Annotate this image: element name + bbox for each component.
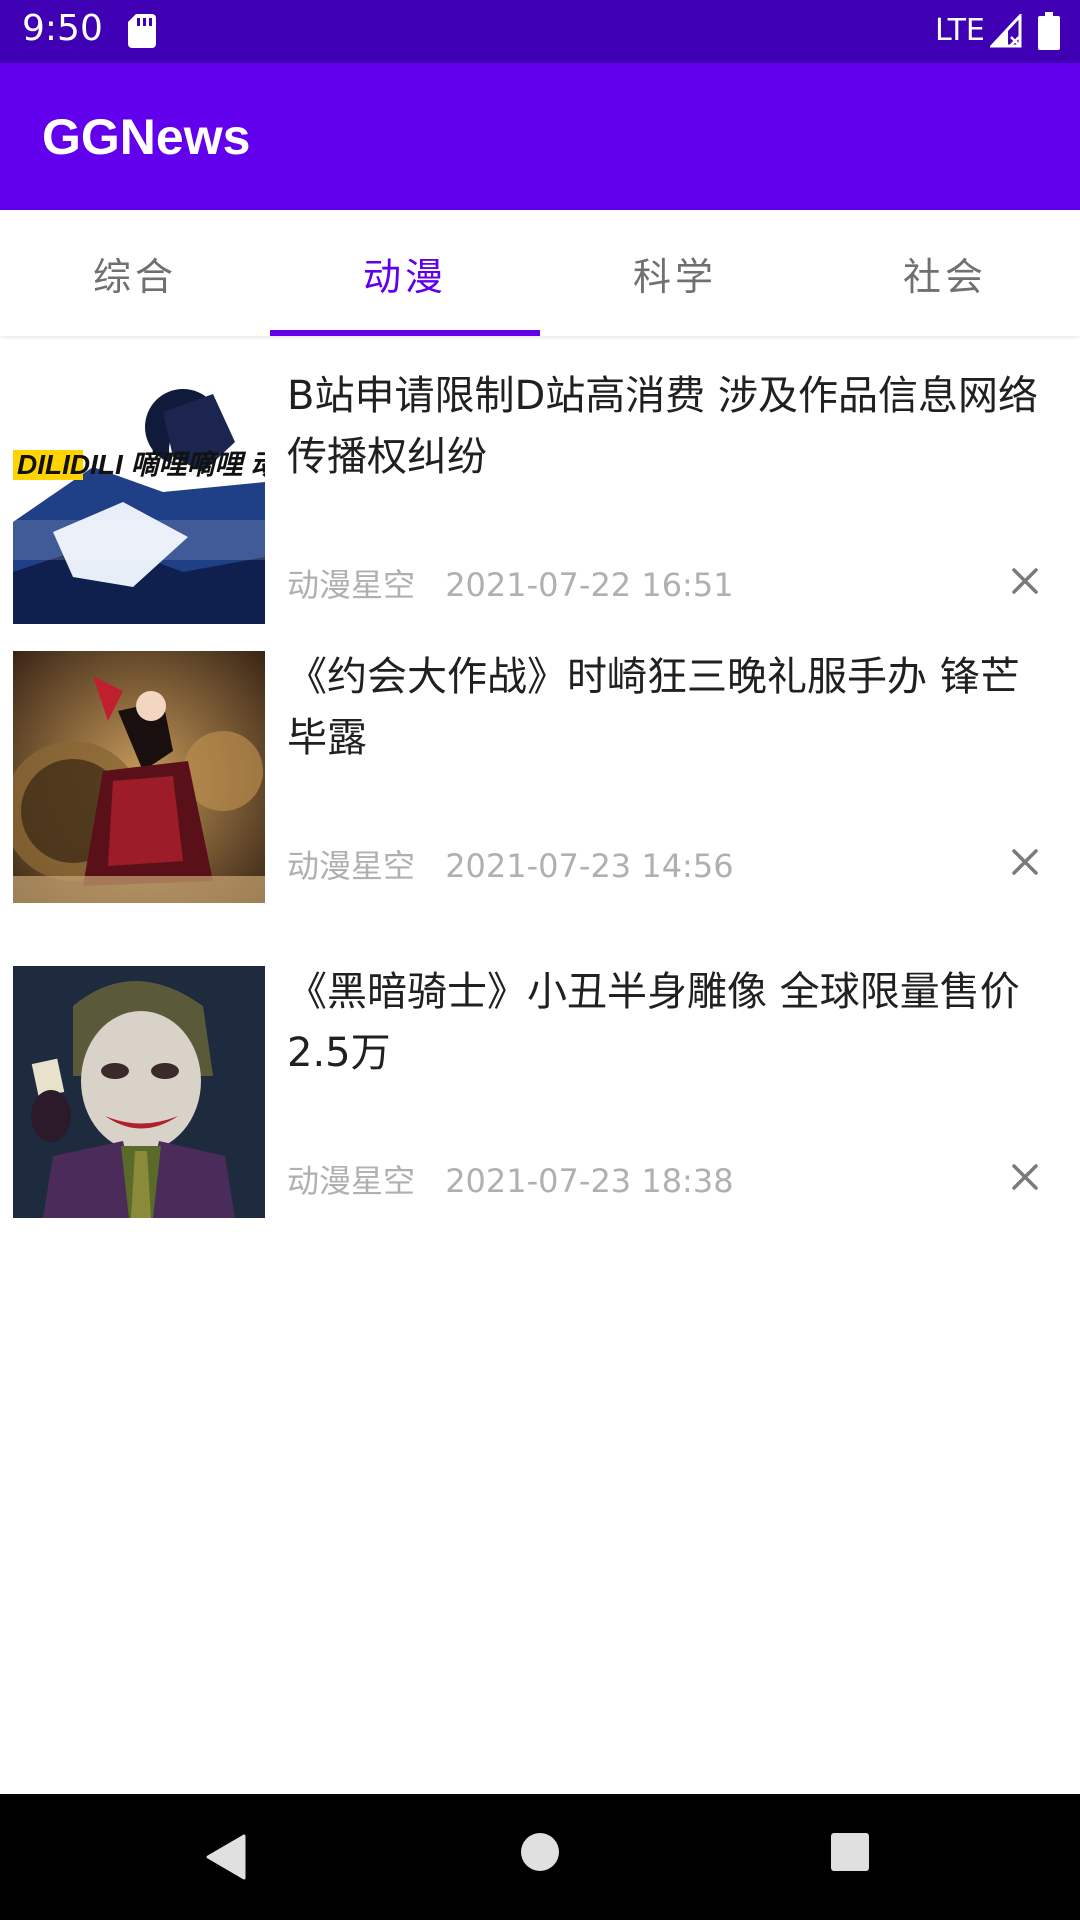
status-time: 9:50 xyxy=(22,8,103,49)
dismiss-button[interactable] xyxy=(1006,843,1044,881)
close-icon xyxy=(1012,849,1038,875)
news-meta: 动漫星空 2021-07-23 14:56 xyxy=(287,841,734,887)
news-item[interactable]: DILIDILI 嘀哩嘀哩 动漫 B站申请限制D站高消费 涉及作品信息网络传播权… xyxy=(0,336,1080,651)
signal-icon xyxy=(990,14,1022,48)
news-time: 2021-07-23 18:38 xyxy=(445,1162,734,1200)
sd-card-icon xyxy=(128,14,156,48)
close-icon xyxy=(1012,568,1038,594)
news-meta: 动漫星空 2021-07-23 18:38 xyxy=(287,1156,734,1202)
dismiss-button[interactable] xyxy=(1006,562,1044,600)
tab-bar: 综合 动漫 科学 社会 xyxy=(0,210,1080,336)
news-time: 2021-07-23 14:56 xyxy=(445,847,734,885)
news-title[interactable]: 《黑暗骑士》小丑半身雕像 全球限量售价2.5万 xyxy=(287,962,1047,1084)
network-type: LTE xyxy=(935,13,985,48)
thumbnail-image xyxy=(13,966,265,1218)
navigation-bar xyxy=(0,1794,1080,1920)
back-icon[interactable] xyxy=(204,1832,254,1882)
tab-anime[interactable]: 动漫 xyxy=(270,210,540,336)
tab-comprehensive[interactable]: 综合 xyxy=(0,210,270,336)
recents-icon[interactable] xyxy=(830,1832,870,1872)
thumbnail-logo-text: DILIDILI 嘀哩嘀哩 动漫 xyxy=(17,449,265,480)
news-source: 动漫星空 xyxy=(287,1162,416,1200)
news-thumbnail[interactable]: DILIDILI 嘀哩嘀哩 动漫 xyxy=(13,372,265,624)
news-meta: 动漫星空 2021-07-22 16:51 xyxy=(287,560,734,606)
app-title: GGNews xyxy=(42,109,251,165)
news-item[interactable]: 《约会大作战》时崎狂三晚礼服手办 锋芒毕露 动漫星空 2021-07-23 14… xyxy=(0,651,1080,966)
thumbnail-image xyxy=(13,651,265,903)
news-thumbnail[interactable] xyxy=(13,966,265,1218)
news-source: 动漫星空 xyxy=(287,566,416,604)
status-bar: 9:50 LTE xyxy=(0,0,1080,63)
app-bar: GGNews xyxy=(0,63,1080,210)
dismiss-button[interactable] xyxy=(1006,1158,1044,1196)
news-source: 动漫星空 xyxy=(287,847,416,885)
tab-society[interactable]: 社会 xyxy=(810,210,1080,336)
news-title[interactable]: B站申请限制D站高消费 涉及作品信息网络传播权纠纷 xyxy=(287,366,1047,488)
tab-science[interactable]: 科学 xyxy=(540,210,810,336)
news-title[interactable]: 《约会大作战》时崎狂三晚礼服手办 锋芒毕露 xyxy=(287,647,1047,769)
thumbnail-image: DILIDILI 嘀哩嘀哩 动漫 xyxy=(13,372,265,624)
news-item[interactable]: 《黑暗骑士》小丑半身雕像 全球限量售价2.5万 动漫星空 2021-07-23 … xyxy=(0,966,1080,1281)
close-icon xyxy=(1012,1164,1038,1190)
news-thumbnail[interactable] xyxy=(13,651,265,903)
home-icon[interactable] xyxy=(520,1832,560,1872)
news-time: 2021-07-22 16:51 xyxy=(445,566,734,604)
battery-icon xyxy=(1038,12,1060,50)
